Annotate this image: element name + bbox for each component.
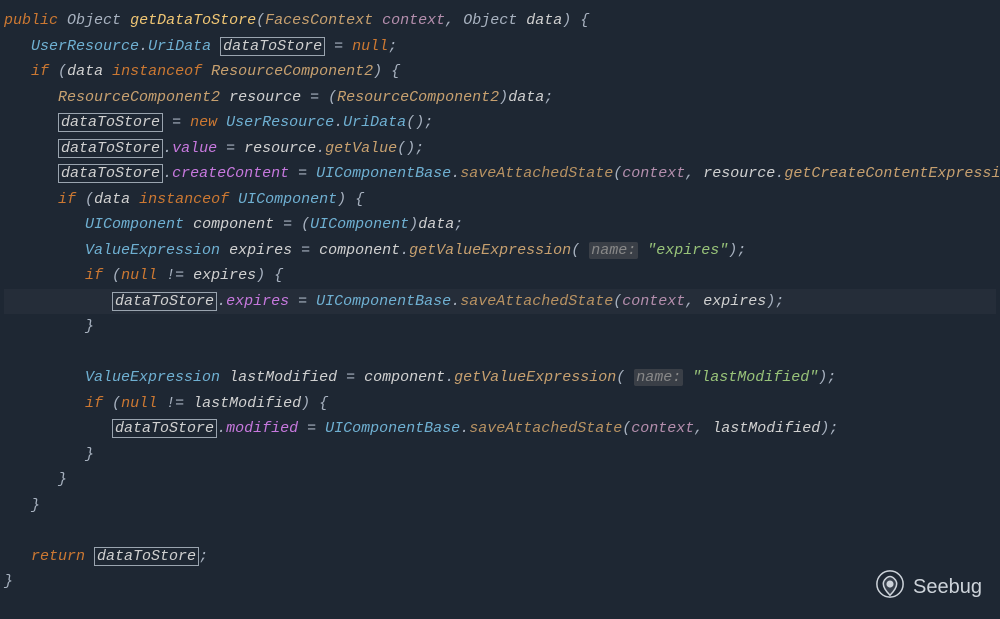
code-line: if (data instanceof UIComponent) { <box>4 191 364 208</box>
watermark-text: Seebug <box>913 576 982 599</box>
parameter-hint: name: <box>589 242 638 259</box>
code-line: dataToStore = new UserResource.UriData()… <box>4 113 433 132</box>
code-line: UserResource.UriData dataToStore = null; <box>4 37 397 56</box>
code-line: if (null != expires) { <box>4 267 283 284</box>
code-line: dataToStore.createContent = UIComponentB… <box>4 164 1000 183</box>
highlighted-variable: dataToStore <box>58 139 163 158</box>
code-line: ValueExpression lastModified = component… <box>4 369 836 386</box>
seebug-logo-icon <box>875 569 905 605</box>
code-line: dataToStore.modified = UIComponentBase.s… <box>4 419 838 438</box>
code-line: if (data instanceof ResourceComponent2) … <box>4 63 400 80</box>
code-line: } <box>4 471 67 488</box>
code-line: dataToStore.value = resource.getValue(); <box>4 139 424 158</box>
code-line: ResourceComponent2 resource = (ResourceC… <box>4 89 553 106</box>
code-line: UIComponent component = (UIComponent)dat… <box>4 216 463 233</box>
highlighted-variable: dataToStore <box>220 37 325 56</box>
code-line: return dataToStore; <box>4 547 208 566</box>
code-editor[interactable]: public Object getDataToStore(FacesContex… <box>0 0 1000 603</box>
code-line: ValueExpression expires = component.getV… <box>4 242 746 259</box>
code-line: if (null != lastModified) { <box>4 395 328 412</box>
parameter-hint: name: <box>634 369 683 386</box>
highlighted-variable: dataToStore <box>58 113 163 132</box>
code-line: } <box>4 573 13 590</box>
code-line: } <box>4 497 40 514</box>
code-line-current: dataToStore.expires = UIComponentBase.sa… <box>4 289 996 315</box>
code-line: public Object getDataToStore(FacesContex… <box>4 12 589 29</box>
code-line: } <box>4 446 94 463</box>
highlighted-variable: dataToStore <box>58 164 163 183</box>
highlighted-variable: dataToStore <box>112 419 217 438</box>
highlighted-variable: dataToStore <box>112 292 217 311</box>
highlighted-variable: dataToStore <box>94 547 199 566</box>
code-line: } <box>4 318 94 335</box>
watermark: Seebug <box>875 569 982 605</box>
